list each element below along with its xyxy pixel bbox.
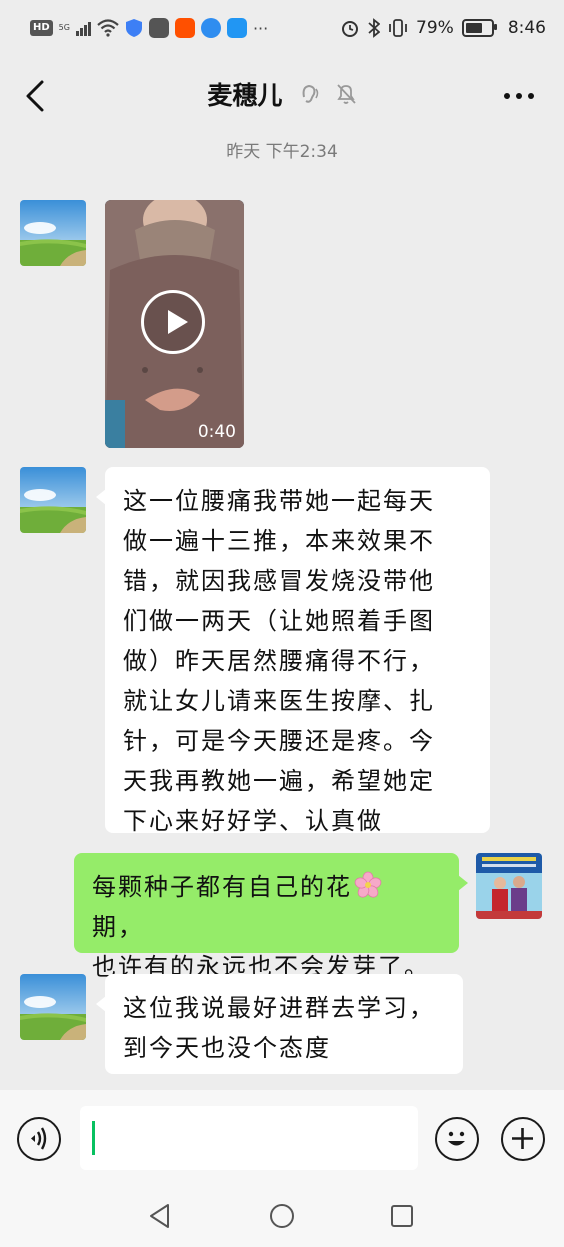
emoji-icon <box>448 1131 465 1146</box>
message-line: 错，就因我感冒发烧没带他 <box>123 567 435 595</box>
message-bubble-incoming[interactable]: 这位我说最好进群去学习， 到今天也没个态度 <box>96 974 463 1074</box>
battery-icon <box>461 19 497 37</box>
contact-avatar[interactable] <box>20 467 86 533</box>
hd-badge: HD <box>30 20 53 36</box>
network-type: 5G <box>58 23 70 32</box>
message-bubble-outgoing[interactable]: 每颗种子都有自己的花 期， 也许有的永远也不会发芽了。 <box>74 853 468 981</box>
browser-app-icon <box>200 18 221 38</box>
contact-avatar[interactable] <box>20 974 86 1040</box>
message-line: 这一位腰痛我带她一起每天 <box>123 487 435 515</box>
voice-button[interactable] <box>17 1117 61 1161</box>
more-notifications-icon: ··· <box>252 18 269 38</box>
chat-header: 麦穗儿 <box>0 56 564 136</box>
mute-bell-icon <box>336 84 356 104</box>
message-line: 每颗种子都有自己的花 期， <box>92 867 441 947</box>
clock: 8:46 <box>507 18 546 38</box>
message-line: 到今天也没个态度 <box>123 1034 331 1062</box>
contact-avatar[interactable] <box>20 200 86 266</box>
chat-title: 麦穗儿 <box>207 81 283 110</box>
taobao-app-icon <box>174 18 195 38</box>
message-line: 下心来好好学、认真做 <box>123 807 383 835</box>
system-nav-bar <box>0 1190 564 1247</box>
emoji-button[interactable] <box>435 1117 479 1161</box>
more-button[interactable] <box>502 86 536 106</box>
message-timestamp: 昨天 下午2:34 <box>226 142 338 162</box>
message-line: 针，可是今天腰还是疼。今 <box>123 727 435 755</box>
status-bar: HD 5G ··· 79% 8:46 <box>0 0 564 56</box>
ear-mode-icon <box>302 84 318 103</box>
vibrate-icon <box>389 19 407 37</box>
alarm-icon <box>342 21 359 37</box>
play-icon[interactable] <box>141 290 205 354</box>
message-line: 天我再教她一遍，希望她定 <box>123 767 435 795</box>
text-cursor <box>92 1121 95 1155</box>
plus-button[interactable] <box>501 1117 545 1161</box>
nav-back-button[interactable] <box>146 1202 174 1230</box>
signal-icon <box>75 20 91 36</box>
battery-percent: 79% <box>416 18 454 38</box>
nav-home-button[interactable] <box>268 1202 296 1230</box>
bluetooth-icon <box>368 18 381 38</box>
message-app-icon <box>148 18 169 38</box>
voice-icon <box>31 1127 47 1150</box>
message-input[interactable] <box>80 1106 418 1170</box>
nav-recents-button[interactable] <box>388 1202 416 1230</box>
self-avatar[interactable] <box>476 853 542 919</box>
message-line: 这位我说最好进群去学习， <box>123 994 435 1022</box>
video-message[interactable]: 0:40 <box>105 200 244 448</box>
cherry-blossom-icon <box>354 871 382 898</box>
message-line: 做）昨天居然腰痛得不行， <box>123 647 435 675</box>
message-line: 做一遍十三推，本来效果不 <box>123 527 435 555</box>
message-line: 们做一两天（让她照着手图 <box>123 607 435 635</box>
video-duration: 0:40 <box>197 422 236 442</box>
message-bubble-incoming[interactable]: 这一位腰痛我带她一起每天 做一遍十三推，本来效果不 错，就因我感冒发烧没带他 们… <box>96 467 490 835</box>
input-bar <box>0 1090 564 1190</box>
message-line: 就让女儿请来医生按摩、扎 <box>123 687 435 715</box>
wifi-icon <box>97 19 119 37</box>
plus-icon <box>512 1128 533 1149</box>
cloud-app-icon <box>226 18 247 38</box>
shield-app-icon <box>125 19 142 37</box>
